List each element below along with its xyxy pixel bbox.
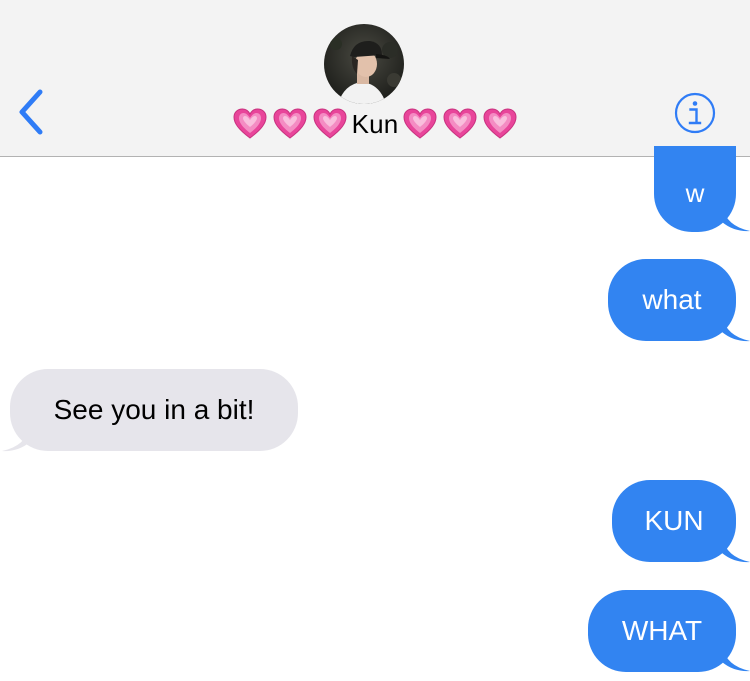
bubble-tail: [2, 426, 30, 452]
bubble-tail: [722, 646, 750, 672]
message-bubble-sent[interactable]: what: [608, 259, 736, 341]
message-text: what: [642, 284, 702, 315]
message-bubble-received[interactable]: See you in a bit!: [10, 369, 298, 451]
heart-icon: [402, 107, 438, 141]
message-bubble-sent[interactable]: KUN: [612, 480, 736, 562]
heart-icon: [232, 107, 268, 141]
heart-icon: [312, 107, 348, 141]
messages-screen: Kun w what See you in a bit! KUN WHAT: [0, 0, 750, 681]
avatar-photo: [324, 24, 404, 104]
info-button[interactable]: [674, 92, 716, 134]
heart-icon: [272, 107, 308, 141]
info-icon: [674, 92, 716, 134]
conversation-header: Kun: [0, 0, 750, 157]
heart-icon: [442, 107, 478, 141]
message-text: KUN: [644, 505, 704, 536]
bubble-tail: [722, 537, 750, 563]
bubble-tail: [722, 316, 750, 342]
message-text: See you in a bit!: [53, 394, 255, 425]
heart-icon: [482, 107, 518, 141]
contact-avatar[interactable]: [324, 24, 404, 104]
contact-title[interactable]: Kun: [0, 104, 750, 144]
bubble-tail: [722, 206, 750, 232]
contact-name: Kun: [351, 108, 399, 139]
message-bubble-sent[interactable]: WHAT: [588, 590, 736, 672]
message-text: w: [685, 178, 705, 208]
message-text: WHAT: [621, 615, 703, 646]
